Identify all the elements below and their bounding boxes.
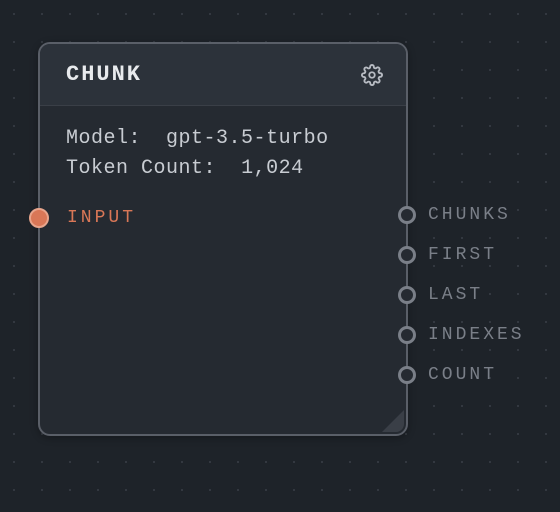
output-port-chunks[interactable]: CHUNKS: [398, 204, 416, 226]
node-header[interactable]: CHUNK: [40, 44, 406, 106]
input-port-circle[interactable]: [29, 208, 49, 228]
model-value: gpt-3.5-turbo: [166, 127, 329, 150]
output-port-label: COUNT: [428, 365, 497, 385]
output-port-circle[interactable]: [398, 366, 416, 384]
output-port-label: FIRST: [428, 245, 497, 265]
output-port-last[interactable]: LAST: [398, 284, 416, 306]
token-label: Token Count:: [66, 157, 216, 180]
ports-area: INPUT CHUNKS FIRST LAST INDEXES COUNT: [40, 184, 406, 434]
output-port-label: INDEXES: [428, 325, 525, 345]
output-port-circle[interactable]: [398, 206, 416, 224]
output-port-label: CHUNKS: [428, 205, 511, 225]
token-line: Token Count: 1,024: [66, 154, 380, 184]
output-port-count[interactable]: COUNT: [398, 364, 416, 386]
output-port-circle[interactable]: [398, 326, 416, 344]
output-port-circle[interactable]: [398, 246, 416, 264]
chunk-node[interactable]: CHUNK Model: gpt-3.5-turbo Token Count: …: [38, 42, 408, 436]
gear-icon[interactable]: [360, 63, 384, 87]
model-line: Model: gpt-3.5-turbo: [66, 124, 380, 154]
input-port[interactable]: INPUT: [29, 208, 136, 228]
output-port-first[interactable]: FIRST: [398, 244, 416, 266]
model-label: Model:: [66, 127, 141, 150]
node-title: CHUNK: [66, 62, 142, 87]
output-port-label: LAST: [428, 285, 483, 305]
token-value: 1,024: [241, 157, 304, 180]
input-port-label: INPUT: [67, 208, 136, 228]
output-port-circle[interactable]: [398, 286, 416, 304]
node-body: Model: gpt-3.5-turbo Token Count: 1,024: [40, 106, 406, 184]
output-port-indexes[interactable]: INDEXES: [398, 324, 416, 346]
output-ports: CHUNKS FIRST LAST INDEXES COUNT: [398, 204, 416, 404]
